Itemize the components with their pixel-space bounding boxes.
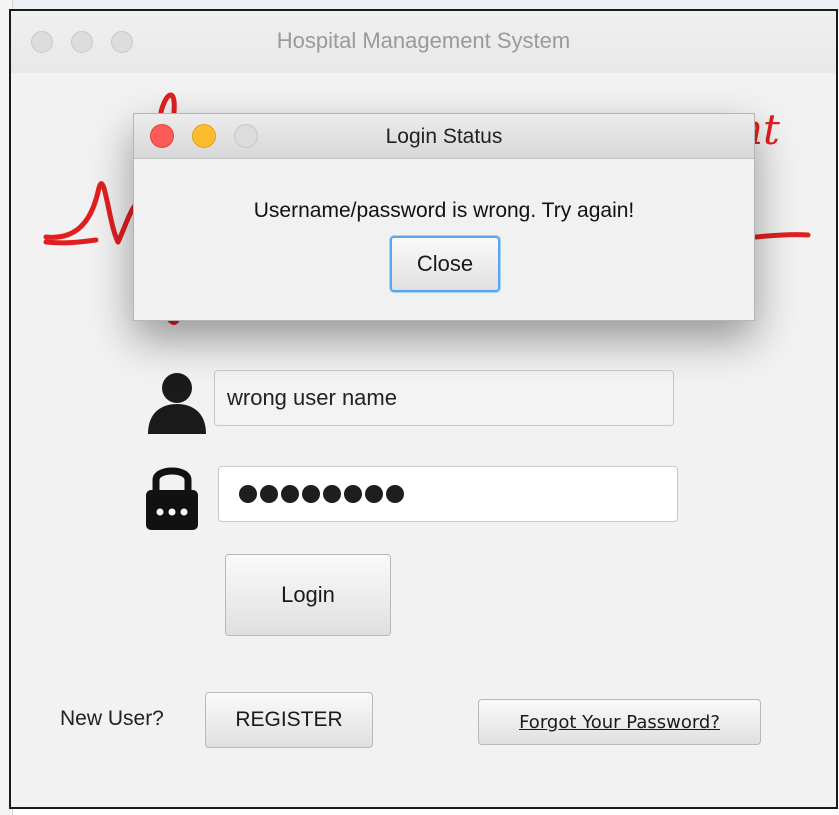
user-icon [148, 373, 206, 434]
forgot-password-button[interactable]: Forgot Your Password? [478, 699, 761, 745]
password-field[interactable] [218, 466, 678, 522]
login-status-dialog: Login Status Username/password is wrong.… [133, 113, 755, 321]
main-window-title: Hospital Management System [276, 28, 571, 53]
dialog-titlebar: Login Status [134, 114, 754, 159]
new-user-label: New User? [60, 707, 164, 730]
dialog-title: Login Status [385, 125, 503, 148]
dialog-message: Username/password is wrong. Try again! [253, 199, 635, 222]
password-mask [231, 485, 404, 503]
dialog-close-button[interactable]: Close [390, 236, 500, 292]
login-button[interactable]: Login [225, 554, 391, 636]
username-field[interactable]: wrong user name [214, 370, 674, 426]
main-titlebar: Hospital Management System [11, 11, 836, 73]
lock-icon [146, 467, 198, 530]
forgot-password-label: Forgot Your Password? [519, 711, 720, 733]
register-button[interactable]: REGISTER [205, 692, 373, 748]
